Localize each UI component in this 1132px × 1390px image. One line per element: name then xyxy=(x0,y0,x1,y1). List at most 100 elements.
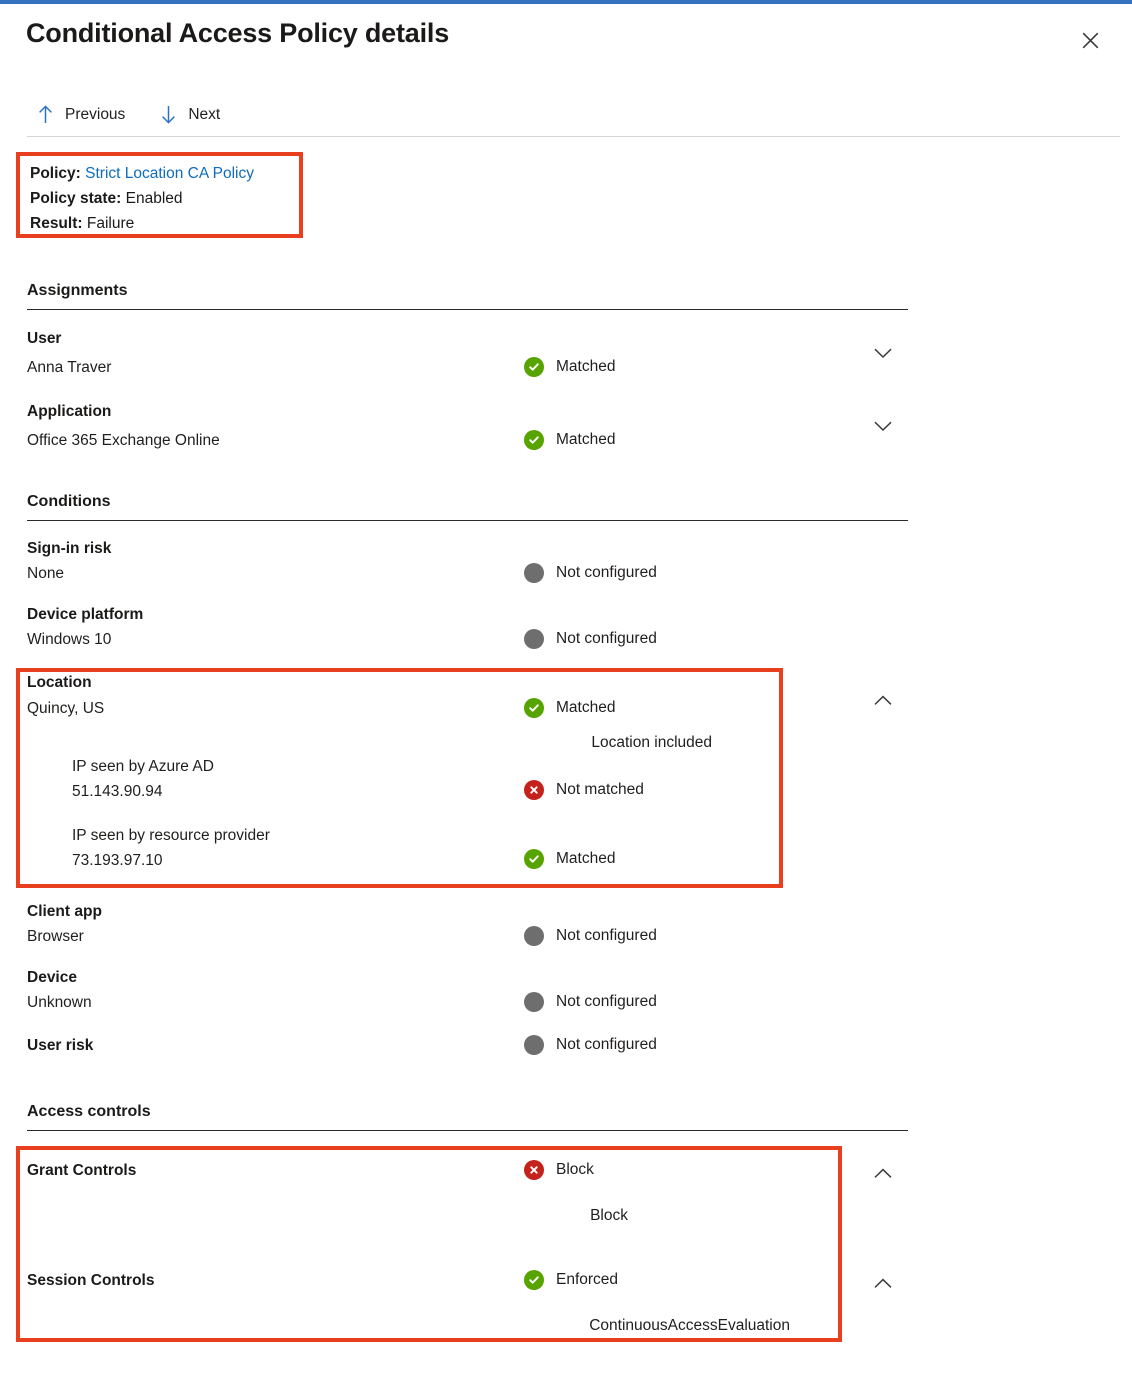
next-label: Next xyxy=(188,106,220,124)
neutral-circle-icon xyxy=(524,563,544,583)
grant-controls-detail-note: Block xyxy=(328,1207,628,1225)
chevron-up-icon xyxy=(874,1168,892,1179)
row-value: Office 365 Exchange Online xyxy=(27,432,220,450)
neutral-circle-icon xyxy=(524,992,544,1012)
condition-row-location: Location Quincy, US Matched Location inc… xyxy=(0,672,1132,888)
status-badge: Enforced xyxy=(524,1270,618,1290)
check-circle-icon xyxy=(524,849,544,869)
row-label: Grant Controls xyxy=(27,1162,136,1180)
chevron-down-icon xyxy=(874,348,892,359)
status-label: Not configured xyxy=(556,927,657,945)
next-button[interactable]: Next xyxy=(157,101,226,129)
result-row: Result: Failure xyxy=(30,211,254,236)
section-heading-conditions: Conditions xyxy=(27,493,908,521)
close-icon xyxy=(1082,32,1099,49)
neutral-circle-icon xyxy=(524,629,544,649)
status-label: Not matched xyxy=(556,781,644,799)
status-badge: Matched xyxy=(524,698,615,718)
status-badge: Matched xyxy=(524,430,615,450)
status-badge: Not matched xyxy=(524,780,644,800)
access-control-row-session: Session Controls Enforced ContinuousAcce… xyxy=(0,1272,1132,1372)
chevron-down-icon xyxy=(874,421,892,432)
row-label: Device xyxy=(27,969,77,987)
status-label: Not configured xyxy=(556,993,657,1011)
sub-row-value: 51.143.90.94 xyxy=(72,783,163,801)
condition-row-client-app: Client app Browser Not configured xyxy=(0,903,1132,961)
row-label: User xyxy=(27,330,61,348)
condition-row-user-risk: User risk Not configured xyxy=(0,1035,1132,1075)
assignment-row-user: User Anna Traver Matched xyxy=(0,330,1132,390)
row-value: Unknown xyxy=(27,994,92,1012)
status-badge: Not configured xyxy=(524,926,657,946)
previous-button[interactable]: Previous xyxy=(34,101,131,129)
section-heading-access-controls: Access controls xyxy=(27,1103,908,1131)
status-label: Not configured xyxy=(556,564,657,582)
page-title: Conditional Access Policy details xyxy=(26,18,449,49)
status-label: Not configured xyxy=(556,1036,657,1054)
check-circle-icon xyxy=(524,698,544,718)
collapse-toggle-grant-controls[interactable] xyxy=(868,1158,898,1188)
policy-row: Policy: Strict Location CA Policy xyxy=(30,161,254,186)
status-badge: Matched xyxy=(524,357,615,377)
status-label: Matched xyxy=(556,431,615,449)
status-badge: Not configured xyxy=(524,1035,657,1055)
command-bar: Previous Next xyxy=(0,92,1132,137)
expand-toggle-application[interactable] xyxy=(868,411,898,441)
access-control-row-grant: Grant Controls Block Block xyxy=(0,1162,1132,1262)
check-circle-icon xyxy=(524,430,544,450)
arrow-up-icon xyxy=(36,105,54,125)
policy-name-link[interactable]: Strict Location CA Policy xyxy=(85,165,254,182)
panel-header: Conditional Access Policy details xyxy=(0,4,1132,80)
policy-state-label: Policy state: xyxy=(30,190,121,207)
status-badge: Matched xyxy=(524,849,615,869)
policy-state-row: Policy state: Enabled xyxy=(30,186,254,211)
chevron-up-icon xyxy=(874,695,892,706)
status-label: Matched xyxy=(556,358,615,376)
status-badge: Not configured xyxy=(524,563,657,583)
result-value: Failure xyxy=(87,215,134,232)
row-label: Session Controls xyxy=(27,1272,154,1290)
assignment-row-application: Application Office 365 Exchange Online M… xyxy=(0,403,1132,463)
status-badge: Block xyxy=(524,1160,594,1180)
status-label: Enforced xyxy=(556,1271,618,1289)
sub-row-value: 73.193.97.10 xyxy=(72,852,163,870)
policy-summary-text: Policy: Strict Location CA Policy Policy… xyxy=(30,161,254,236)
status-label: Matched xyxy=(556,850,615,868)
row-label: Device platform xyxy=(27,606,143,624)
condition-row-device: Device Unknown Not configured xyxy=(0,969,1132,1027)
result-label: Result: xyxy=(30,215,83,232)
condition-row-signin-risk: Sign-in risk None Not configured xyxy=(0,540,1132,598)
status-label: Block xyxy=(556,1161,594,1179)
section-heading-assignments: Assignments xyxy=(27,282,908,310)
sub-row-label: IP seen by Azure AD xyxy=(72,758,214,776)
collapse-toggle-location[interactable] xyxy=(868,685,898,715)
command-bar-divider xyxy=(27,136,1120,137)
check-circle-icon xyxy=(524,1270,544,1290)
check-circle-icon xyxy=(524,357,544,377)
collapse-toggle-session-controls[interactable] xyxy=(868,1268,898,1298)
status-label: Not configured xyxy=(556,630,657,648)
status-badge: Not configured xyxy=(524,992,657,1012)
session-controls-detail-note: ContinuousAccessEvaluation xyxy=(490,1317,790,1335)
policy-label: Policy: xyxy=(30,165,81,182)
row-value: Quincy, US xyxy=(27,700,104,718)
policy-summary-box: Policy: Strict Location CA Policy Policy… xyxy=(16,152,303,238)
row-label: User risk xyxy=(27,1037,93,1055)
error-circle-icon xyxy=(524,1160,544,1180)
condition-row-device-platform: Device platform Windows 10 Not configure… xyxy=(0,606,1132,664)
neutral-circle-icon xyxy=(524,1035,544,1055)
chevron-up-icon xyxy=(874,1278,892,1289)
arrow-down-icon xyxy=(159,105,177,125)
row-label: Sign-in risk xyxy=(27,540,111,558)
expand-toggle-user[interactable] xyxy=(868,338,898,368)
neutral-circle-icon xyxy=(524,926,544,946)
close-button[interactable] xyxy=(1070,20,1110,60)
status-badge: Not configured xyxy=(524,629,657,649)
row-label: Location xyxy=(27,674,92,692)
policy-state-value: Enabled xyxy=(126,190,183,207)
sub-row-label: IP seen by resource provider xyxy=(72,827,270,845)
error-circle-icon xyxy=(524,780,544,800)
row-value: Browser xyxy=(27,928,84,946)
status-label: Matched xyxy=(556,699,615,717)
row-value: Windows 10 xyxy=(27,631,111,649)
